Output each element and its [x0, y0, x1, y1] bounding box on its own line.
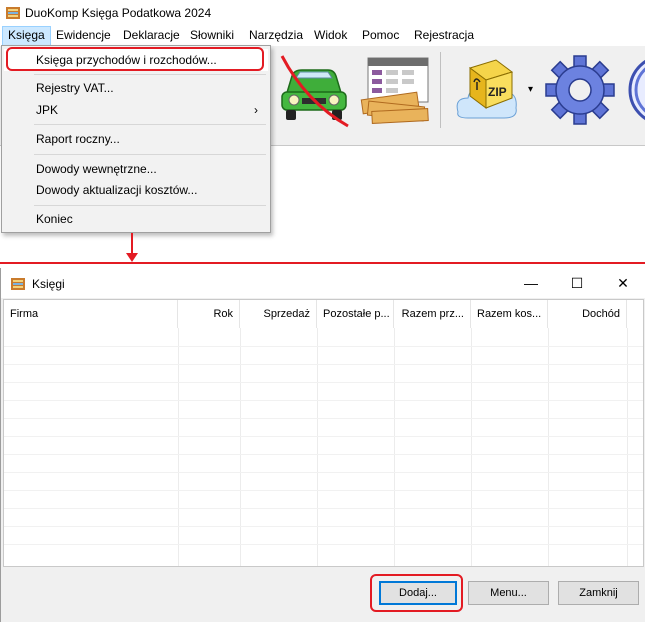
connector-line — [131, 233, 133, 255]
globe-icon[interactable] — [624, 52, 645, 128]
menu-rejestracja[interactable]: Rejestracja — [409, 26, 479, 46]
column-header-dochod[interactable]: Dochód — [548, 300, 627, 328]
menu-pomoc[interactable]: Pomoc — [357, 26, 404, 46]
row-divider — [4, 508, 643, 509]
menu-item-rejestry-vat[interactable]: Rejestry VAT... — [4, 77, 268, 99]
ledger-app-icon — [5, 5, 21, 21]
arrow-down-icon — [126, 253, 138, 262]
menu-separator — [34, 74, 266, 75]
row-divider — [4, 418, 643, 419]
money-table-icon[interactable] — [358, 52, 434, 128]
column-header-rok[interactable]: Rok — [178, 300, 240, 328]
ksiegi-window-title: Księgi — [32, 277, 65, 291]
menu-item-jpk[interactable]: JPK › — [4, 99, 268, 121]
menu-deklaracje[interactable]: Deklaracje — [118, 26, 185, 46]
menu-separator — [34, 124, 266, 125]
highlight-box-menu-item — [6, 47, 264, 71]
toolbar-separator — [440, 52, 441, 128]
menu-item-dowody-wewnetrzne[interactable]: Dowody wewnętrzne... — [4, 158, 268, 180]
svg-text:ZIP: ZIP — [488, 85, 507, 99]
column-header-razem-przychody[interactable]: Razem prz... — [394, 300, 471, 328]
row-divider — [4, 472, 643, 473]
app-titlebar: DuoKomp Księga Podatkowa 2024 — [0, 0, 645, 26]
menu-ewidencje[interactable]: Ewidencje — [51, 26, 116, 46]
row-divider — [4, 490, 643, 491]
menu-item-dowody-aktualizacji[interactable]: Dowody aktualizacji kosztów... — [4, 179, 268, 201]
menu-item-koniec[interactable]: Koniec — [4, 208, 268, 230]
menu-item-raport-roczny[interactable]: Raport roczny... — [4, 128, 268, 150]
ledger-window-icon — [10, 276, 26, 292]
menu-item-jpk-label: JPK — [36, 103, 59, 117]
car-no-entry-icon[interactable] — [276, 52, 352, 128]
chevron-right-icon: › — [254, 103, 258, 117]
highlight-box-add-button — [370, 574, 463, 612]
menu-separator — [34, 205, 266, 206]
menu-widok[interactable]: Widok — [309, 26, 352, 46]
column-header-sprzedaz[interactable]: Sprzedaż — [240, 300, 317, 328]
menu-button[interactable]: Menu... — [468, 581, 549, 605]
chevron-down-icon[interactable]: ▾ — [528, 84, 533, 95]
close-button[interactable]: Zamknij — [558, 581, 639, 605]
row-divider — [4, 526, 643, 527]
row-divider — [4, 544, 643, 545]
zip-archive-icon[interactable]: ZIP — [448, 52, 524, 128]
row-divider — [4, 436, 643, 437]
maximize-icon[interactable]: ☐ — [554, 268, 600, 298]
menu-narzedzia[interactable]: Narzędzia — [244, 26, 308, 46]
menu-separator — [34, 154, 266, 155]
row-divider — [4, 346, 643, 347]
menu-slowniki[interactable]: Słowniki — [185, 26, 239, 46]
column-header-firma[interactable]: Firma — [4, 300, 178, 328]
ksiegi-window: Księgi — ☐ ✕ Firma Rok Sprzedaż Pozostał… — [0, 268, 645, 622]
row-divider — [4, 400, 643, 401]
divider-line — [0, 262, 645, 264]
column-header-razem-koszty[interactable]: Razem kos... — [471, 300, 548, 328]
close-icon[interactable]: ✕ — [600, 268, 645, 298]
ksiegi-table[interactable]: Firma Rok Sprzedaż Pozostałe p... Razem … — [3, 299, 644, 567]
row-divider — [4, 454, 643, 455]
menu-ksiega[interactable]: Księga — [2, 26, 51, 46]
minimize-icon[interactable]: — — [508, 268, 554, 298]
row-divider — [4, 382, 643, 383]
ksiega-dropdown-menu: Księga przychodów i rozchodów... Rejestr… — [1, 45, 271, 233]
row-divider — [4, 364, 643, 365]
gear-icon[interactable] — [542, 52, 618, 128]
app-title: DuoKomp Księga Podatkowa 2024 — [25, 6, 212, 20]
table-header: Firma Rok Sprzedaż Pozostałe p... Razem … — [4, 300, 643, 328]
button-bar: Dodaj... Menu... Zamknij — [3, 569, 644, 620]
ksiegi-titlebar: Księgi — ☐ ✕ — [1, 268, 645, 298]
menubar: Księga Ewidencje Deklaracje Słowniki Nar… — [0, 26, 645, 46]
column-header-pozostale[interactable]: Pozostałe p... — [317, 300, 394, 328]
